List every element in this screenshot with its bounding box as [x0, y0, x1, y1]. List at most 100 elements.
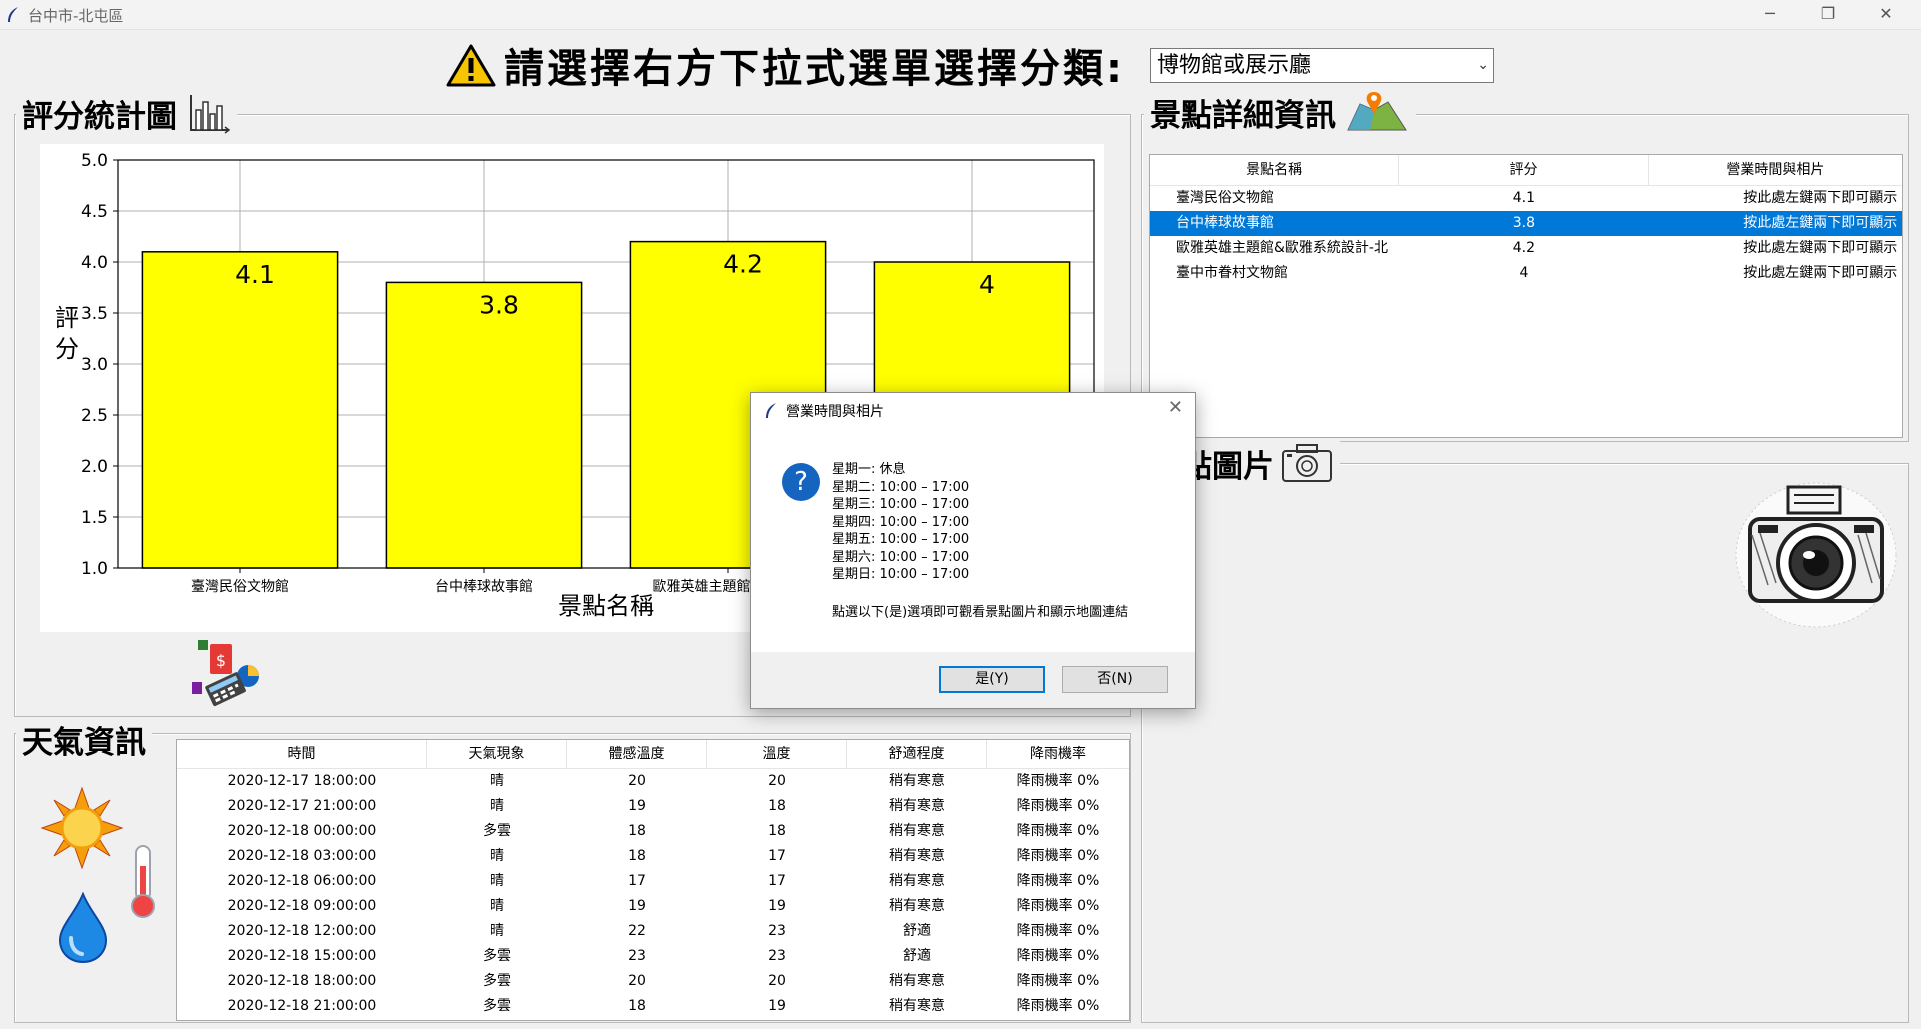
weather-cell-time: 2020-12-18 15:00:00	[227, 948, 377, 964]
weather-cell-time: 2020-12-17 21:00:00	[227, 798, 377, 814]
bar-value-label: 3.8	[479, 290, 519, 319]
y-tick-label: 1.0	[81, 559, 108, 579]
details-col-hours[interactable]: 營業時間與相片	[1649, 155, 1902, 185]
weather-cell-apparent-temp: 17	[628, 873, 646, 889]
weather-table-body: 2020-12-17 18:00:00 晴 20 20 稍有寒意 降雨機率 0% 2020-…	[177, 769, 1129, 1019]
close-window-button[interactable]: ✕	[1857, 0, 1915, 29]
weather-col-phenomenon[interactable]: 天氣現象	[427, 740, 567, 768]
weather-cell-phenomenon: 晴	[490, 898, 504, 914]
dialog-message: 點選以下(是)選項即可觀看景點圖片和顯示地圖連結	[832, 605, 1129, 620]
y-tick-label: 3.0	[81, 355, 108, 375]
weather-cell-temp: 17	[768, 873, 786, 889]
chart-panel-title: 評分統計圖	[22, 98, 177, 135]
weather-cell-comfort: 舒適	[903, 948, 931, 964]
weather-cell-temp: 18	[768, 823, 786, 839]
svg-text:$: $	[216, 651, 226, 670]
feather-dialog-icon	[766, 403, 776, 418]
category-dropdown[interactable]: 博物館或展示廳 ⌄	[1150, 48, 1494, 83]
dialog-button-bar: 是(Y) 否(N)	[751, 652, 1195, 708]
weather-col-temp[interactable]: 溫度	[707, 740, 847, 768]
details-col-name[interactable]: 景點名稱	[1150, 155, 1400, 185]
y-tick-label: 2.0	[81, 457, 108, 477]
weather-table-row[interactable]: 2020-12-18 18:00:00 多雲 20 20 稍有寒意 降雨機率 0%	[177, 969, 1129, 994]
weather-cell-phenomenon: 多雲	[483, 998, 511, 1014]
dialog-title: 營業時間與相片	[786, 404, 884, 420]
weather-cell-time: 2020-12-18 18:00:00	[227, 973, 377, 989]
weather-table-row[interactable]: 2020-12-17 18:00:00 晴 20 20 稍有寒意 降雨機率 0%	[177, 769, 1129, 794]
weather-cell-rain-prob: 降雨機率 0%	[1016, 848, 1100, 864]
weather-cell-time: 2020-12-18 00:00:00	[227, 823, 377, 839]
dialog-hours-line: 星期六: 10:00 – 17:00	[832, 549, 970, 565]
dialog-hours-line: 星期二: 10:00 – 17:00	[832, 479, 970, 495]
map-pin-icon	[1347, 92, 1407, 131]
weather-cell-comfort: 稍有寒意	[889, 773, 945, 789]
weather-cell-apparent-temp: 19	[628, 798, 646, 814]
yes-button[interactable]: 是(Y)	[939, 666, 1045, 693]
details-cell-name: 臺中市眷村文物館	[1176, 265, 1288, 281]
details-col-score[interactable]: 評分	[1399, 155, 1649, 185]
details-cell-score: 4.1	[1512, 190, 1536, 206]
details-table-row[interactable]: 台中棒球故事館 3.8 按此處左鍵兩下即可顯示	[1150, 211, 1902, 236]
weather-cell-rain-prob: 降雨機率 0%	[1016, 823, 1100, 839]
weather-cell-comfort: 稍有寒意	[889, 873, 945, 889]
y-tick-label: 1.5	[81, 508, 108, 528]
no-button[interactable]: 否(N)	[1062, 666, 1168, 693]
weather-col-time[interactable]: 時間	[177, 740, 427, 768]
weather-cell-comfort: 稍有寒意	[889, 998, 945, 1014]
details-table-row[interactable]: 歐雅英雄主題館&歐雅系統設計-北 4.2 按此處左鍵兩下即可顯示	[1150, 236, 1902, 261]
weather-table-row[interactable]: 2020-12-17 21:00:00 晴 19 18 稍有寒意 降雨機率 0%	[177, 794, 1129, 819]
dialog-close-icon[interactable]: ✕	[1168, 397, 1183, 418]
details-table-row[interactable]: 臺中市眷村文物館 4 按此處左鍵兩下即可顯示	[1150, 261, 1902, 286]
weather-cell-rain-prob: 降雨機率 0%	[1016, 948, 1100, 964]
weather-cell-time: 2020-12-18 09:00:00	[227, 898, 377, 914]
bar	[141, 251, 339, 569]
details-cell-hours: 按此處左鍵兩下即可顯示	[1743, 190, 1898, 206]
minimize-button[interactable]: ─	[1741, 0, 1799, 29]
weather-col-apparent-temp[interactable]: 體感溫度	[567, 740, 707, 768]
weather-cell-apparent-temp: 20	[628, 773, 646, 789]
dialog-hours-line: 星期五: 10:00 – 17:00	[832, 532, 970, 547]
prompt-text: 請選擇右方下拉式選單選擇分類:	[504, 46, 1125, 92]
weather-cell-comfort: 稍有寒意	[889, 823, 945, 839]
weather-cell-comfort: 舒適	[903, 923, 931, 939]
x-tick-label: 台中棒球故事館	[435, 578, 533, 595]
dialog-hours-line: 星期四: 10:00 – 17:00	[832, 514, 970, 530]
weather-cell-time: 2020-12-18 06:00:00	[227, 873, 377, 889]
weather-table-row[interactable]: 2020-12-18 12:00:00 晴 22 23 舒適 降雨機率 0%	[177, 919, 1129, 944]
weather-table-row[interactable]: 2020-12-18 21:00:00 多雲 18 19 稍有寒意 降雨機率 0%	[177, 994, 1129, 1019]
chart-panel-legend: 評分統計圖	[16, 92, 237, 135]
weather-col-rain-prob[interactable]: 降雨機率	[987, 740, 1129, 768]
category-prompt: 請選擇右方下拉式選單選擇分類:	[446, 36, 1125, 94]
details-cell-score: 4.2	[1512, 240, 1536, 256]
weather-table-row[interactable]: 2020-12-18 09:00:00 晴 19 19 稍有寒意 降雨機率 0%	[177, 894, 1129, 919]
details-table-header: 景點名稱 評分 營業時間與相片	[1150, 155, 1902, 186]
y-axis-label-char: 分	[55, 335, 79, 363]
weather-table-row[interactable]: 2020-12-18 06:00:00 晴 17 17 稍有寒意 降雨機率 0%	[177, 869, 1129, 894]
details-table-body: 臺灣民俗文物館 4.1 按此處左鍵兩下即可顯示 台中棒球故事館 3.8 按此處左鍵兩下即可…	[1150, 186, 1902, 286]
restore-button[interactable]: ❐	[1799, 0, 1857, 29]
weather-table-row[interactable]: 2020-12-18 15:00:00 多雲 23 23 舒適 降雨機率 0%	[177, 944, 1129, 969]
details-cell-score: 3.8	[1512, 215, 1536, 231]
weather-table-row[interactable]: 2020-12-18 00:00:00 多雲 18 18 稍有寒意 降雨機率 0%	[177, 819, 1129, 844]
weather-cell-apparent-temp: 23	[628, 948, 646, 964]
dialog-hours-list: 星期一: 休息 星期二: 10:00 – 17:00 星期三: 10:00 – 17…	[832, 461, 969, 584]
window-titlebar: 台中市-北屯區 ─ ❐ ✕	[0, 0, 1921, 30]
weather-cell-rain-prob: 降雨機率 0%	[1016, 773, 1100, 789]
weather-cell-time: 2020-12-17 18:00:00	[227, 773, 377, 789]
weather-col-comfort[interactable]: 舒適程度	[847, 740, 987, 768]
weather-cell-comfort: 稍有寒意	[889, 798, 945, 814]
weather-table-row[interactable]: 2020-12-18 03:00:00 晴 18 17 稍有寒意 降雨機率 0%	[177, 844, 1129, 869]
y-tick-label: 4.5	[81, 202, 108, 222]
dialog-hours-line: 星期日: 10:00 – 17:00	[832, 567, 970, 582]
bar-value-label: 4.2	[723, 250, 763, 279]
weather-cell-phenomenon: 多雲	[483, 948, 511, 964]
dialog-hours-line: 星期一: 休息	[832, 462, 906, 477]
details-table-row[interactable]: 臺灣民俗文物館 4.1 按此處左鍵兩下即可顯示	[1150, 186, 1902, 211]
weather-cell-phenomenon: 晴	[490, 798, 504, 814]
details-cell-name: 歐雅英雄主題館&歐雅系統設計-北	[1176, 240, 1388, 256]
details-cell-hours: 按此處左鍵兩下即可顯示	[1743, 215, 1898, 231]
weather-cell-phenomenon: 多雲	[483, 973, 511, 989]
weather-cell-time: 2020-12-18 21:00:00	[227, 998, 377, 1014]
weather-cell-comfort: 稍有寒意	[889, 848, 945, 864]
details-cell-name: 臺灣民俗文物館	[1176, 190, 1274, 206]
